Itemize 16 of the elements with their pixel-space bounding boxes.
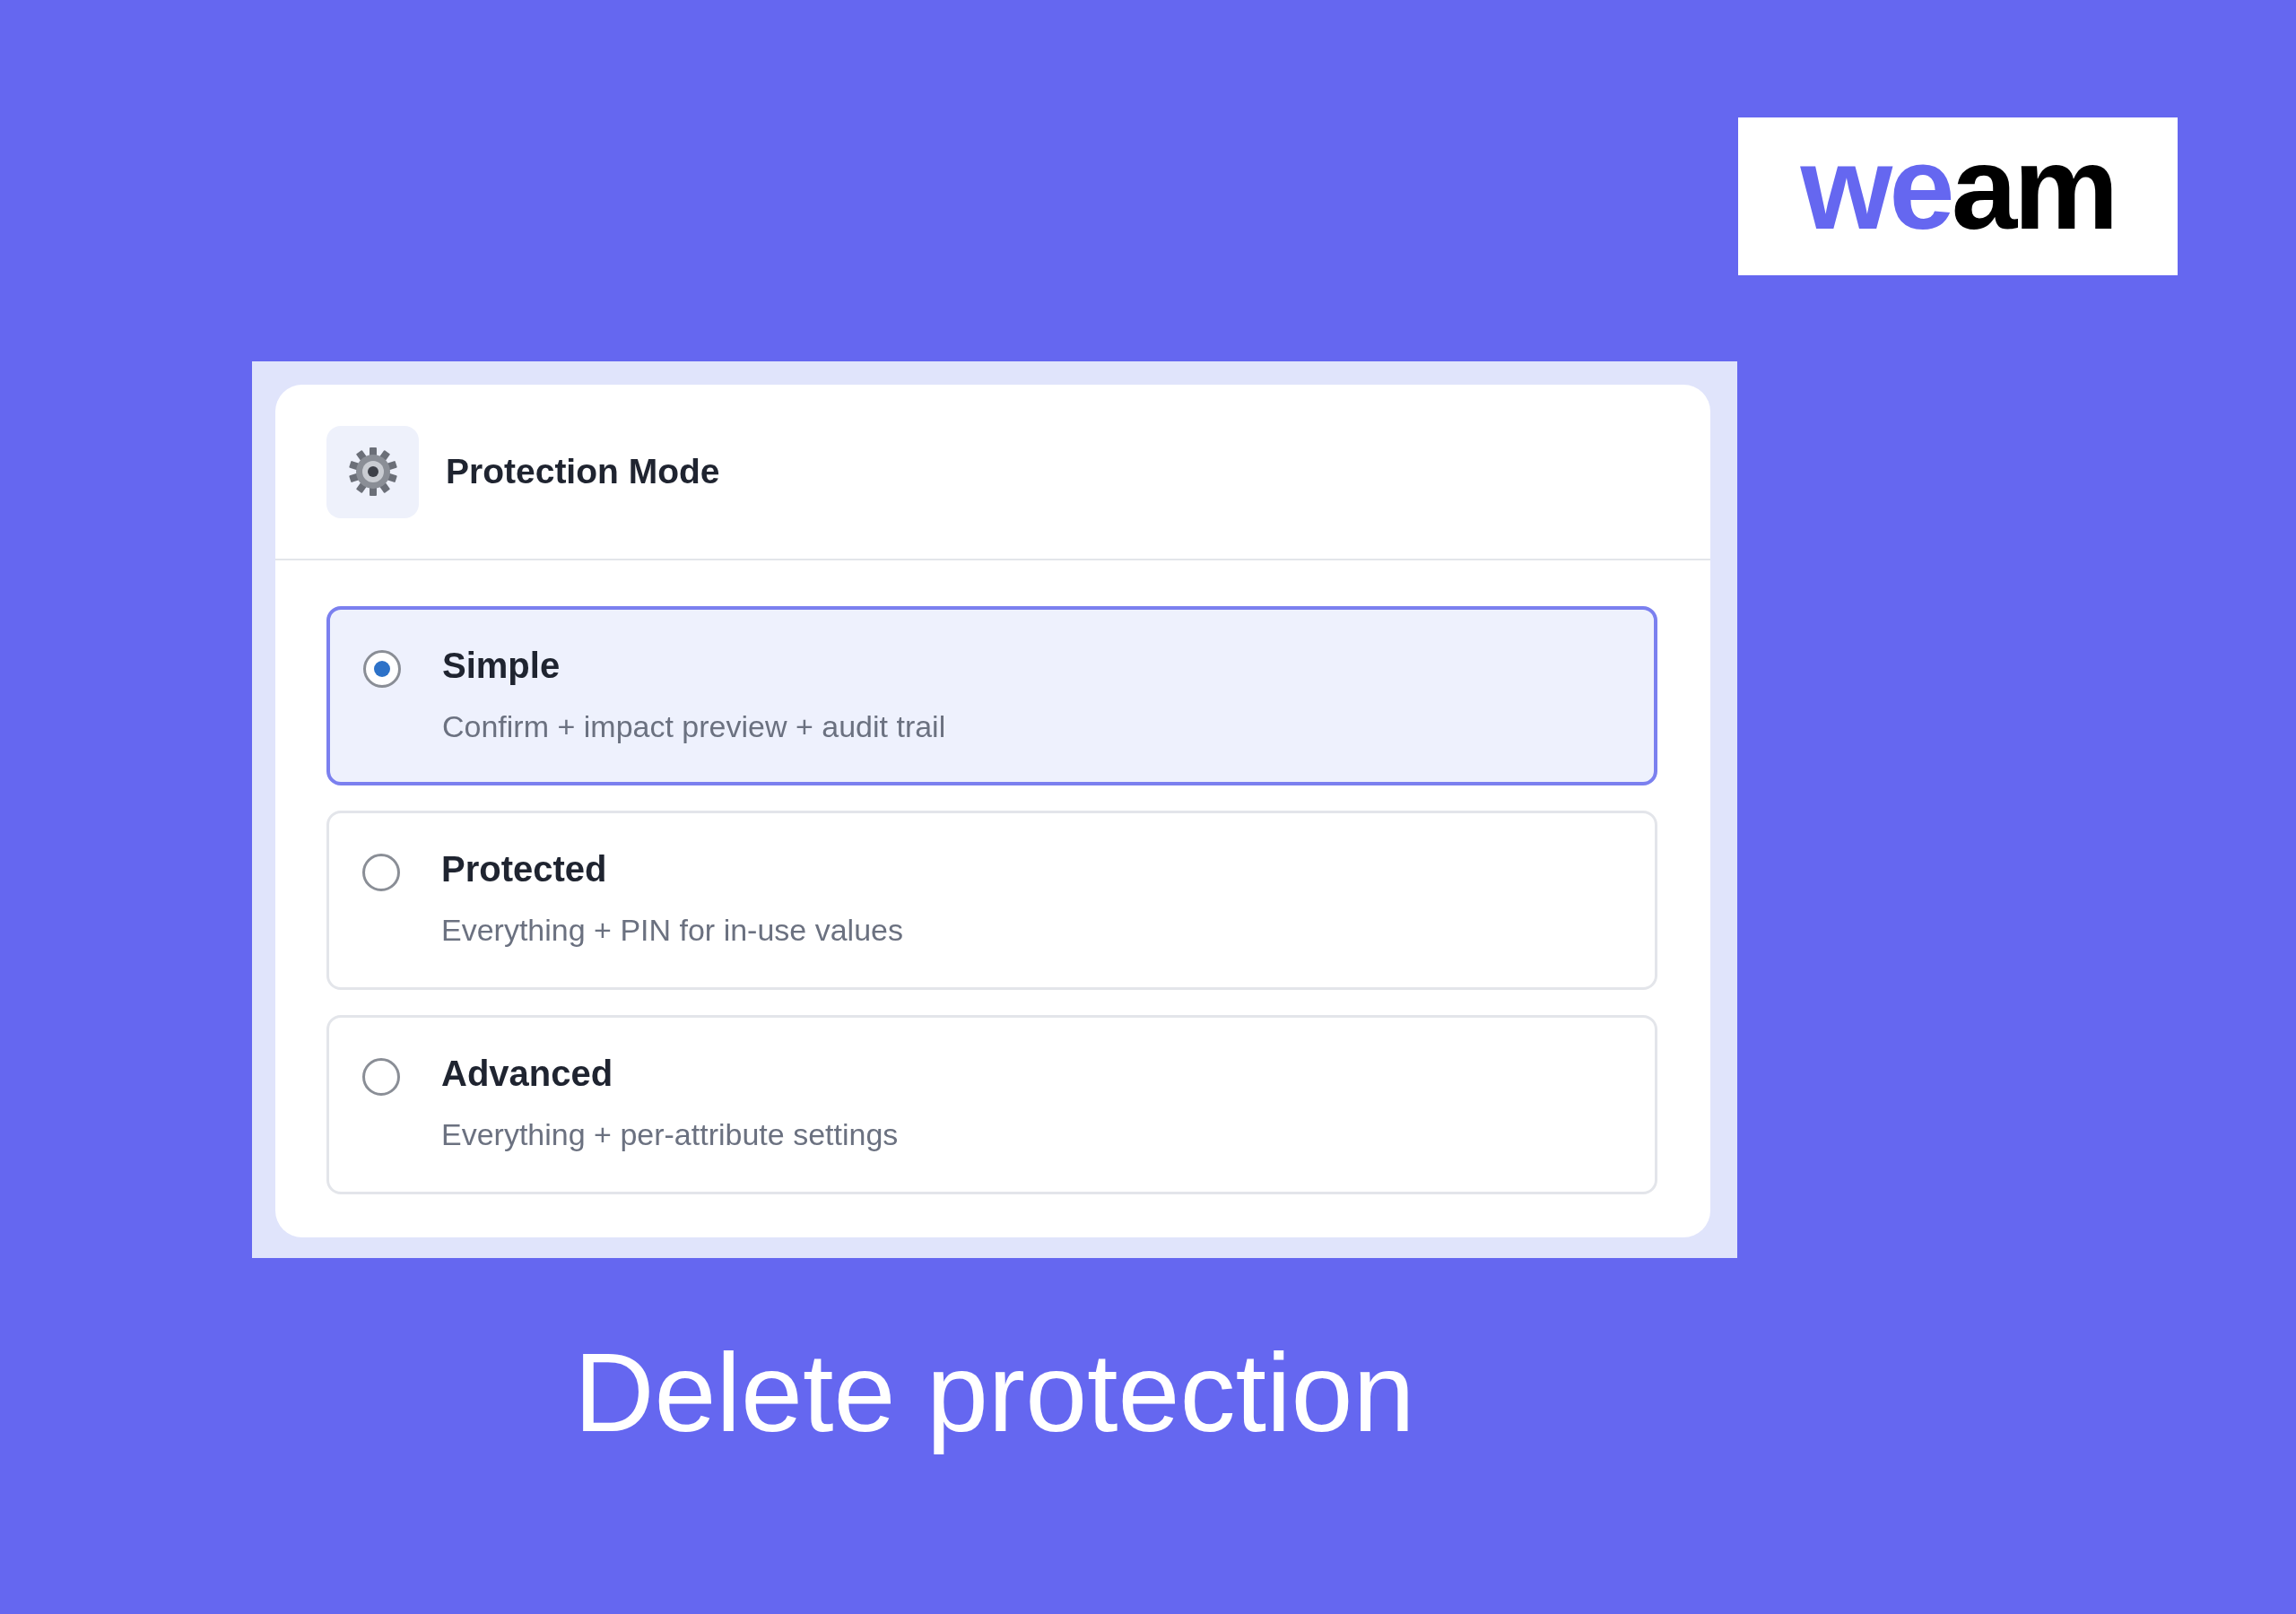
radio-button[interactable]	[362, 1058, 400, 1096]
caption: Delete protection	[574, 1330, 1416, 1456]
mode-option[interactable]: Protected Everything + PIN for in-use values	[326, 811, 1657, 990]
logo: weam	[1738, 117, 2178, 275]
gear-icon	[326, 425, 419, 518]
radio-button[interactable]	[363, 650, 401, 688]
mode-option[interactable]: Simple Confirm + impact preview + audit trail	[326, 606, 1657, 785]
option-label: Protected	[441, 849, 608, 889]
option-label: Simple	[442, 646, 561, 686]
option-label: Advanced	[441, 1054, 614, 1094]
option-description: Everything + per-attribute settings	[441, 1117, 899, 1152]
option-description: Everything + PIN for in-use values	[441, 913, 903, 948]
option-description: Confirm + impact preview + audit trail	[442, 709, 946, 744]
panel-title: Protection Mode	[446, 452, 720, 491]
mode-option[interactable]: Advanced Everything + per-attribute settings	[326, 1015, 1657, 1194]
radio-button[interactable]	[362, 854, 400, 891]
